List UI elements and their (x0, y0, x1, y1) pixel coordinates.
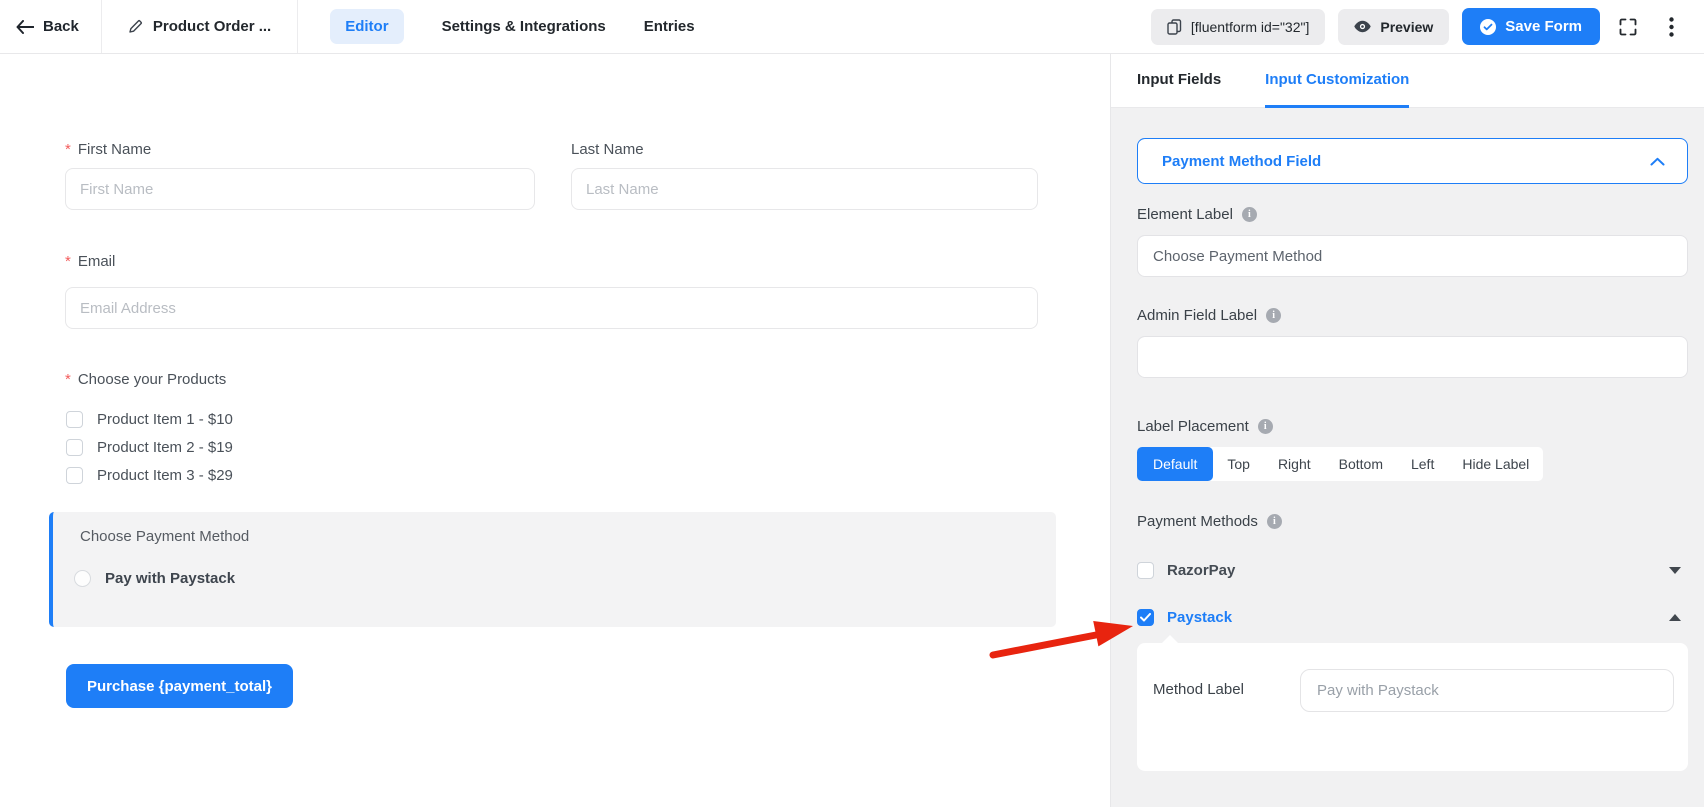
check-circle-icon (1480, 19, 1496, 35)
required-asterisk: * (65, 141, 71, 158)
kebab-menu-icon (1669, 17, 1674, 37)
chevron-up-icon (1650, 157, 1665, 166)
pay-with-paystack-option[interactable]: Pay with Paystack (74, 570, 235, 587)
checkbox-unchecked-icon[interactable] (66, 411, 83, 428)
placement-option-default[interactable]: Default (1137, 447, 1213, 481)
product-item-1-checkbox-row[interactable]: Product Item 1 - $10 (66, 411, 233, 428)
products-label: *Choose your Products (65, 371, 226, 388)
checkbox-unchecked-icon[interactable] (66, 467, 83, 484)
method-label-heading: Method Label (1153, 669, 1300, 712)
field-selector-label: Payment Method Field (1162, 153, 1321, 170)
required-asterisk: * (65, 371, 71, 388)
last-name-input[interactable] (571, 168, 1038, 210)
shortcode-text: [fluentform id="32"] (1191, 19, 1310, 35)
pay-with-paystack-label: Pay with Paystack (105, 570, 235, 587)
caret-down-icon[interactable] (1669, 567, 1681, 574)
label-placement-segmented-control: Default Top Right Bottom Left Hide Label (1137, 447, 1543, 481)
payment-methods-heading: Payment Methods (1137, 513, 1688, 530)
product-item-2-label: Product Item 2 - $19 (97, 439, 233, 456)
element-label-input[interactable] (1137, 235, 1688, 277)
required-asterisk: * (65, 253, 71, 270)
caret-up-icon[interactable] (1669, 614, 1681, 621)
razorpay-label: RazorPay (1167, 562, 1235, 579)
product-item-2-checkbox-row[interactable]: Product Item 2 - $19 (66, 439, 233, 456)
more-options-button[interactable] (1656, 12, 1686, 42)
payment-method-field-selected[interactable]: Choose Payment Method Pay with Paystack (49, 512, 1056, 627)
tab-settings-integrations[interactable]: Settings & Integrations (442, 18, 606, 35)
form-title-group[interactable]: Product Order ... (102, 0, 298, 53)
form-title: Product Order ... (153, 18, 271, 35)
toolbar-actions: [fluentform id="32"] Preview Save Form (1151, 8, 1704, 45)
back-button[interactable]: Back (0, 0, 102, 53)
edit-pencil-icon (128, 19, 143, 34)
preview-button[interactable]: Preview (1338, 9, 1449, 45)
placement-option-left[interactable]: Left (1397, 447, 1448, 481)
top-toolbar: Back Product Order ... Editor Settings &… (0, 0, 1704, 54)
info-icon[interactable] (1258, 419, 1273, 434)
admin-field-label-heading: Admin Field Label (1137, 307, 1688, 324)
element-label-heading: Element Label (1137, 206, 1688, 223)
fullscreen-button[interactable] (1613, 12, 1643, 42)
payment-method-razorpay-row[interactable]: RazorPay (1137, 562, 1688, 579)
preview-label: Preview (1380, 19, 1433, 35)
placement-option-top[interactable]: Top (1213, 447, 1264, 481)
product-item-1-label: Product Item 1 - $10 (97, 411, 233, 428)
paystack-settings-card: Method Label (1137, 643, 1688, 771)
first-name-field-wrap (65, 168, 535, 210)
payment-method-label: Choose Payment Method (80, 528, 249, 545)
save-form-label: Save Form (1505, 18, 1582, 35)
save-form-button[interactable]: Save Form (1462, 8, 1600, 45)
checkmark-icon (1140, 613, 1151, 622)
checkbox-checked-icon[interactable] (1137, 609, 1154, 626)
tab-input-customization[interactable]: Input Customization (1265, 54, 1409, 108)
placement-option-hide-label[interactable]: Hide Label (1448, 447, 1543, 481)
copy-icon (1167, 19, 1182, 35)
placement-option-right[interactable]: Right (1264, 447, 1325, 481)
sidebar-tabs: Input Fields Input Customization (1111, 54, 1704, 108)
checkbox-unchecked-icon[interactable] (66, 439, 83, 456)
product-item-3-checkbox-row[interactable]: Product Item 3 - $29 (66, 467, 233, 484)
editor-nav-tabs: Editor Settings & Integrations Entries (330, 9, 694, 44)
method-label-row: Method Label (1137, 643, 1688, 712)
input-customization-panel: Payment Method Field Element Label Admin… (1111, 108, 1704, 771)
payment-method-paystack-row[interactable]: Paystack (1137, 609, 1688, 626)
back-label: Back (43, 18, 79, 35)
settings-sidebar: Input Fields Input Customization Payment… (1110, 54, 1704, 807)
email-input[interactable] (65, 287, 1038, 329)
method-label-input[interactable] (1300, 669, 1674, 712)
placement-option-bottom[interactable]: Bottom (1325, 447, 1397, 481)
field-selector-dropdown[interactable]: Payment Method Field (1137, 138, 1688, 184)
checkbox-unchecked-icon[interactable] (1137, 562, 1154, 579)
eye-icon (1354, 20, 1371, 33)
info-icon[interactable] (1242, 207, 1257, 222)
tab-input-fields[interactable]: Input Fields (1137, 54, 1221, 108)
fullscreen-icon (1618, 17, 1638, 37)
first-name-label: *First Name (65, 141, 151, 158)
tab-editor[interactable]: Editor (330, 9, 403, 44)
info-icon[interactable] (1267, 514, 1282, 529)
back-arrow-icon (16, 20, 34, 34)
radio-unselected-icon[interactable] (74, 570, 91, 587)
first-name-input[interactable] (65, 168, 535, 210)
label-placement-heading: Label Placement (1137, 418, 1688, 435)
last-name-label: Last Name (571, 141, 644, 158)
product-item-3-label: Product Item 3 - $29 (97, 467, 233, 484)
admin-field-label-input[interactable] (1137, 336, 1688, 378)
info-icon[interactable] (1266, 308, 1281, 323)
email-label: *Email (65, 253, 115, 270)
paystack-label: Paystack (1167, 609, 1232, 626)
purchase-submit-button[interactable]: Purchase {payment_total} (66, 664, 293, 708)
tab-entries[interactable]: Entries (644, 18, 695, 35)
shortcode-copy-button[interactable]: [fluentform id="32"] (1151, 9, 1326, 45)
form-editor-canvas: *First Name Last Name *Email *Choose you… (0, 54, 1110, 807)
